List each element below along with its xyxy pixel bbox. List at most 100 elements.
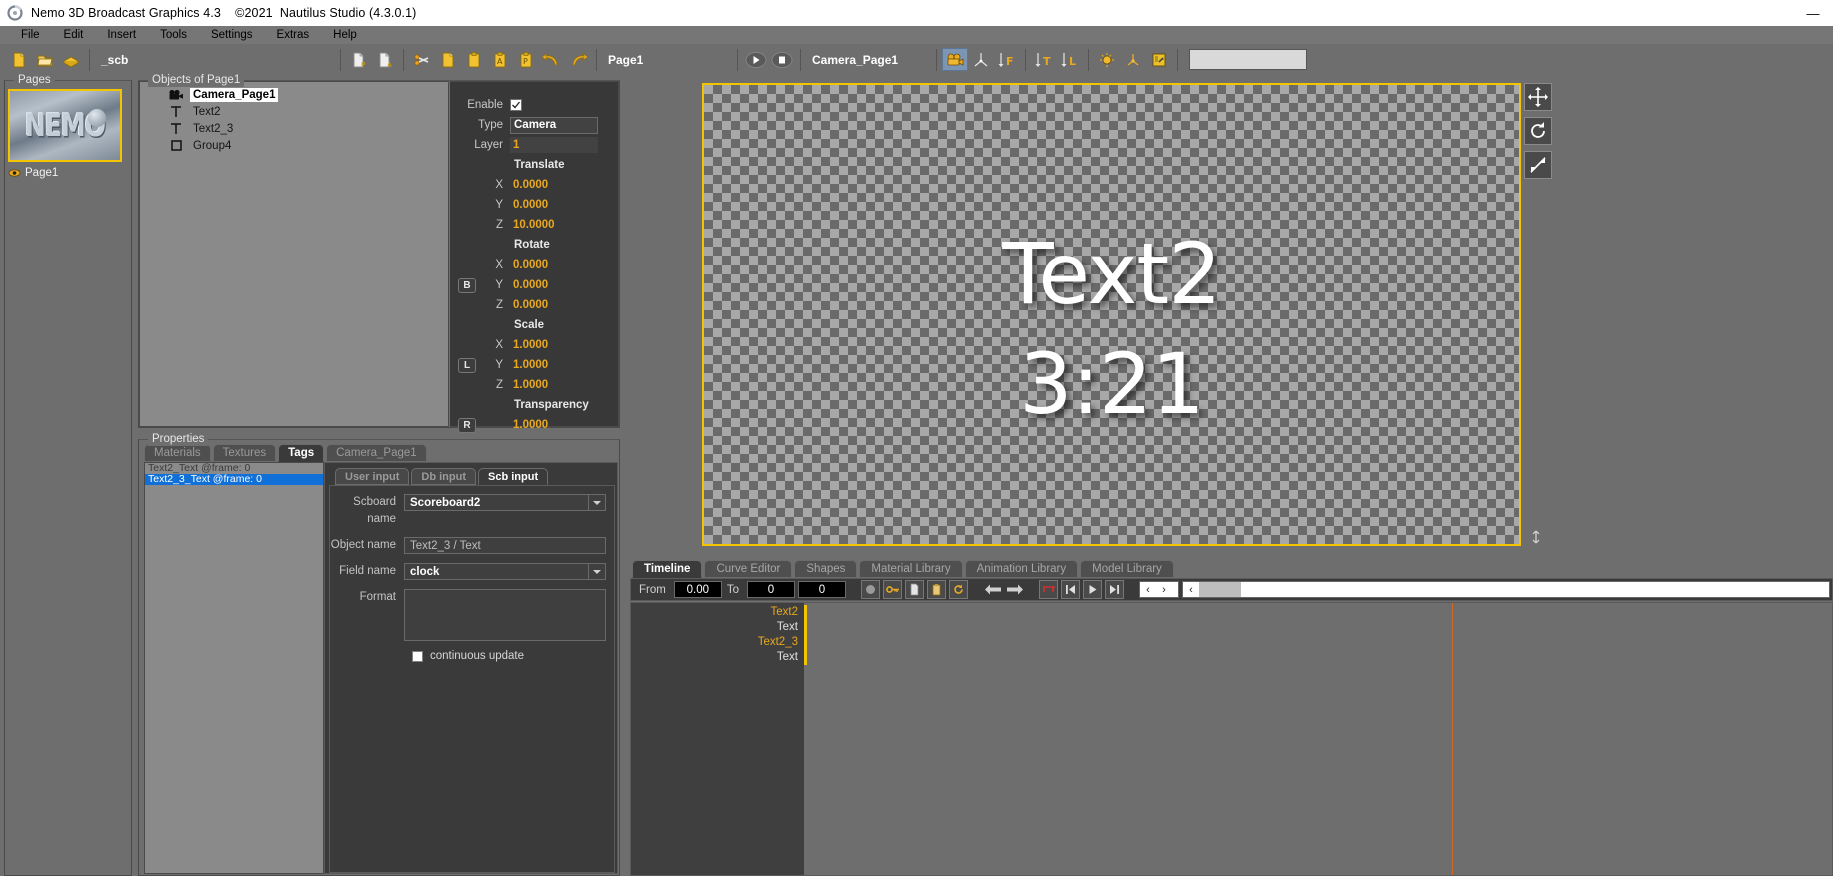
tab-textures[interactable]: Textures	[213, 444, 276, 462]
timeline-playhead[interactable]	[1452, 603, 1453, 875]
save-icon[interactable]	[58, 48, 84, 71]
new-file-icon[interactable]	[6, 48, 32, 71]
bank-badge[interactable]: B	[458, 278, 476, 293]
minimize-button[interactable]: —	[1793, 0, 1833, 26]
rotate-y-value[interactable]: 0.0000	[510, 277, 598, 293]
stop-icon[interactable]	[769, 48, 795, 71]
tab-tags[interactable]: Tags	[278, 444, 324, 462]
scrollbar-left-arrow[interactable]: ‹	[1183, 582, 1199, 597]
page-thumbnail[interactable]: NEMO	[8, 89, 122, 162]
axis-icon[interactable]	[1120, 48, 1146, 71]
resize-handle-icon[interactable]	[1527, 528, 1545, 546]
object-tree-item-text2[interactable]: Text2	[140, 103, 448, 120]
timeline-track-label[interactable]: Text2	[631, 605, 804, 620]
paste-key-icon[interactable]	[927, 580, 946, 599]
from-value-field[interactable]: 0.00	[674, 581, 722, 598]
move-tool-icon[interactable]	[1524, 83, 1552, 111]
tab-camera-page1[interactable]: Camera_Page1	[326, 444, 427, 462]
menu-item-help[interactable]: Help	[321, 26, 369, 44]
viewport[interactable]: Text2 3:21	[702, 83, 1521, 546]
paste-page-icon[interactable]: P	[513, 48, 539, 71]
loop-icon[interactable]	[949, 580, 968, 599]
open-folder-icon[interactable]	[32, 48, 58, 71]
scboard-name-dropdown[interactable]: Scoreboard2	[404, 494, 606, 511]
timeline-keyframe-marker[interactable]	[804, 650, 807, 665]
free-light-icon[interactable]: F	[994, 48, 1020, 71]
object-tree[interactable]: Camera_Page1 Text2	[139, 81, 449, 427]
lock-badge[interactable]: L	[458, 358, 476, 373]
menu-item-edit[interactable]: Edit	[52, 26, 96, 44]
transparency-value[interactable]: 1.0000	[510, 417, 598, 433]
object-tree-item-camera[interactable]: Camera_Page1	[140, 86, 448, 103]
target-light-icon[interactable]: T	[1031, 48, 1057, 71]
rotate-tool-icon[interactable]	[1524, 117, 1552, 145]
tab-timeline[interactable]: Timeline	[632, 560, 702, 578]
prev-icon[interactable]	[983, 580, 1002, 599]
translate-y-value[interactable]: 0.0000	[510, 197, 598, 213]
timeline-keyframe-marker[interactable]	[804, 605, 807, 620]
format-textarea[interactable]	[404, 589, 606, 641]
timeline-tracks[interactable]	[804, 602, 1833, 876]
tag-list[interactable]: Text2_Text @frame: 0 Text2_3_Text @frame…	[144, 462, 324, 874]
tab-material-library[interactable]: Material Library	[859, 560, 962, 578]
script-icon[interactable]	[1146, 48, 1172, 71]
rotate-x-value[interactable]: 0.0000	[510, 257, 598, 273]
menu-item-extras[interactable]: Extras	[265, 26, 322, 44]
object-tree-item-text2-3[interactable]: Text2_3	[140, 120, 448, 137]
scroll-left-button[interactable]: ‹	[1140, 582, 1156, 597]
tab-model-library[interactable]: Model Library	[1080, 560, 1174, 578]
menu-item-settings[interactable]: Settings	[199, 26, 265, 44]
null-object-icon[interactable]	[968, 48, 994, 71]
timeline-track-label[interactable]: Text	[631, 620, 804, 635]
tab-shapes[interactable]: Shapes	[794, 560, 857, 578]
key-icon[interactable]	[883, 580, 902, 599]
play-icon[interactable]	[743, 48, 769, 71]
scrollbar-thumb[interactable]	[1199, 582, 1241, 597]
tab-db-input[interactable]: Db input	[411, 468, 476, 485]
menu-item-tools[interactable]: Tools	[148, 26, 199, 44]
to-value-field[interactable]: 0	[747, 581, 795, 598]
chevron-down-icon[interactable]	[588, 494, 605, 511]
tab-curve-editor[interactable]: Curve Editor	[704, 560, 792, 578]
tab-scb-input[interactable]: Scb input	[478, 468, 548, 485]
go-start-icon[interactable]	[1061, 580, 1080, 599]
page-list-item[interactable]: Page1	[8, 165, 122, 180]
scale-x-value[interactable]: 1.0000	[510, 337, 598, 353]
scale-tool-icon[interactable]	[1524, 151, 1552, 179]
record-icon[interactable]	[861, 580, 880, 599]
scroll-right-button[interactable]: ›	[1156, 582, 1172, 597]
timeline-keyframe-marker[interactable]	[804, 635, 807, 650]
undo-icon[interactable]	[539, 48, 565, 71]
page-name-field[interactable]: Page1	[602, 49, 732, 70]
next-icon[interactable]	[1005, 580, 1024, 599]
copy-anim-icon[interactable]: A	[487, 48, 513, 71]
field-name-dropdown[interactable]: clock	[404, 563, 606, 580]
project-name-field[interactable]: _scb	[95, 49, 335, 70]
translate-x-value[interactable]: 0.0000	[510, 177, 598, 193]
type-value[interactable]: Camera	[510, 117, 598, 134]
camera-name-field[interactable]: Camera_Page1	[806, 49, 931, 70]
tag-list-item[interactable]: Text2_3_Text @frame: 0	[145, 474, 323, 485]
new-page-icon[interactable]: P	[346, 48, 372, 71]
timeline-scrollbar[interactable]: ‹	[1182, 581, 1830, 598]
tab-materials[interactable]: Materials	[144, 444, 211, 462]
scale-z-value[interactable]: 1.0000	[510, 377, 598, 393]
eye-icon[interactable]	[8, 166, 21, 179]
enable-checkbox[interactable]	[510, 99, 522, 111]
paste-icon[interactable]	[461, 48, 487, 71]
object-tree-item-group4[interactable]: Group4	[140, 137, 448, 154]
play-icon[interactable]	[1083, 580, 1102, 599]
scale-y-value[interactable]: 1.0000	[510, 357, 598, 373]
timeline-scroll-controls[interactable]: ‹ ›	[1139, 581, 1179, 598]
object-name-field[interactable]: Text2_3 / Text	[404, 537, 606, 554]
copy-key-icon[interactable]	[905, 580, 924, 599]
cut-icon[interactable]	[409, 48, 435, 71]
menu-item-insert[interactable]: Insert	[95, 26, 148, 44]
ambient-light-icon[interactable]	[1094, 48, 1120, 71]
extra-value-field[interactable]: 0	[798, 581, 846, 598]
continuous-update-checkbox[interactable]	[412, 651, 423, 662]
reset-badge[interactable]: R	[458, 418, 476, 433]
loop-region-icon[interactable]	[1039, 580, 1058, 599]
timeline-track-label[interactable]: Text2_3	[631, 635, 804, 650]
tab-user-input[interactable]: User input	[335, 468, 409, 485]
